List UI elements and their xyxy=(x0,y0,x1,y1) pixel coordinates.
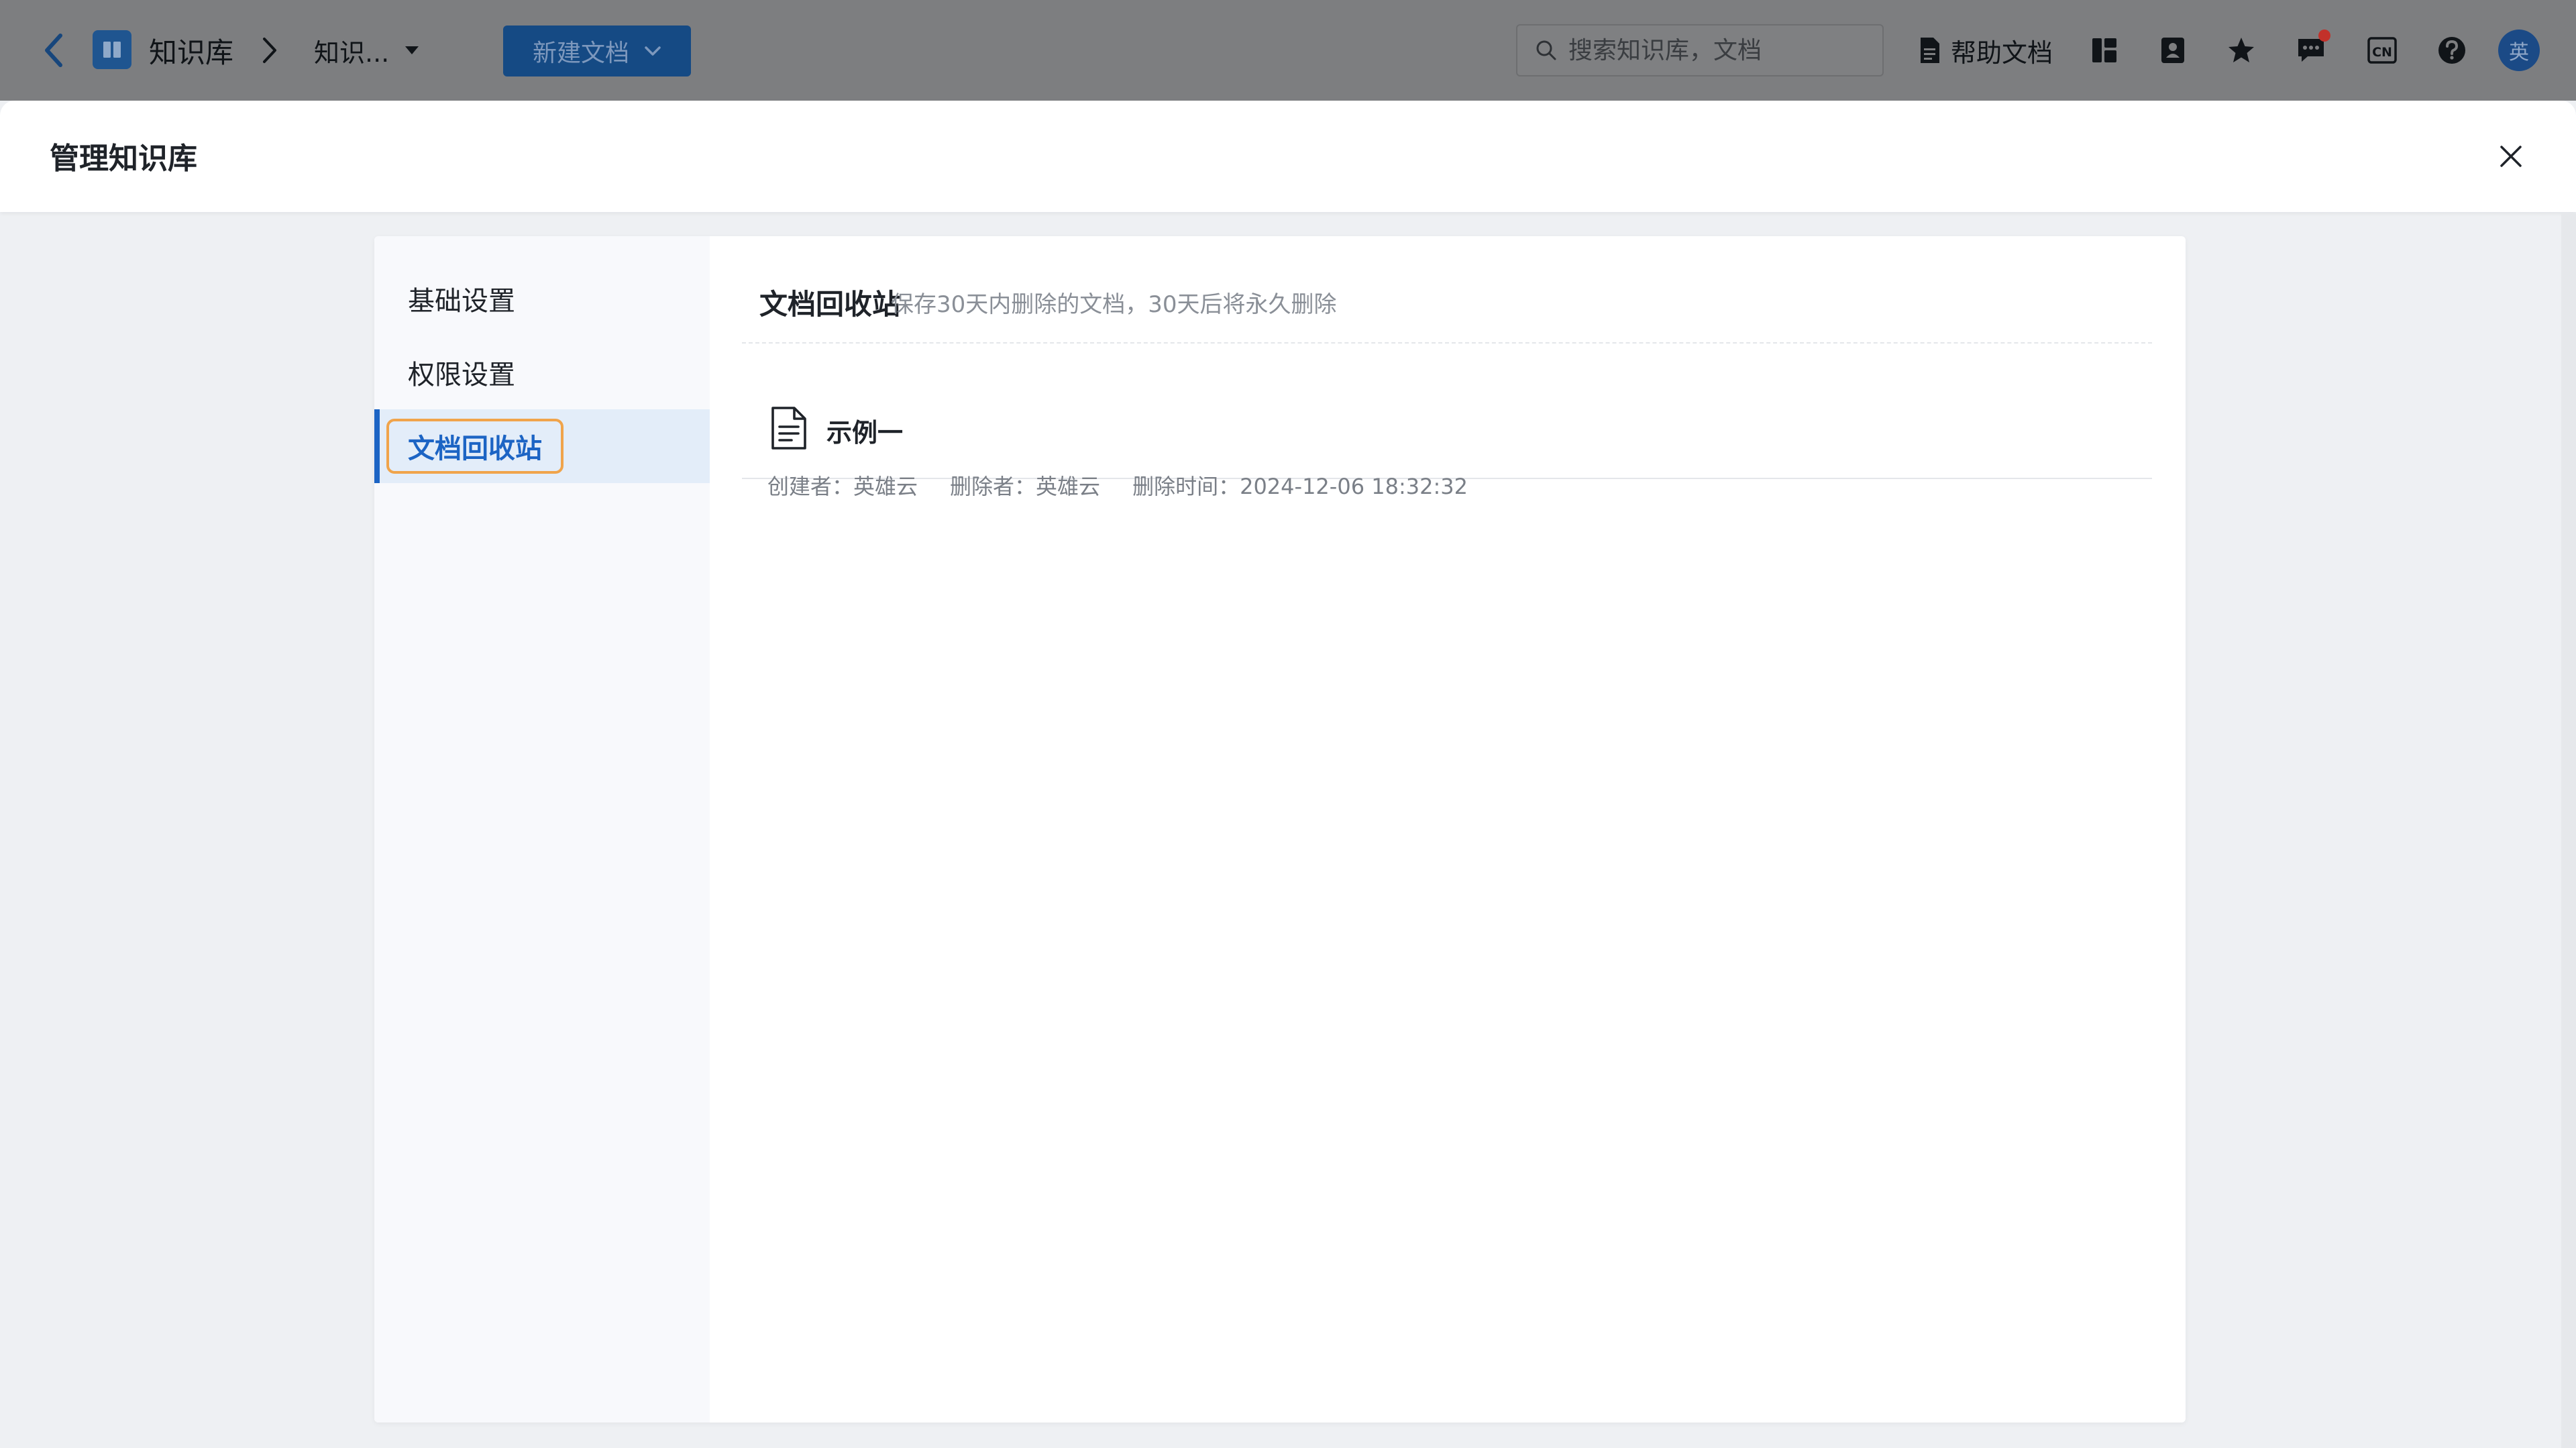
deleted-time-label: 删除时间： xyxy=(1132,474,1240,499)
modal-scrollbar[interactable] xyxy=(2561,213,2576,1448)
contacts-button[interactable] xyxy=(2149,27,2196,74)
sidebar-item-basic-settings[interactable]: 基础设置 xyxy=(374,262,710,335)
favorites-button[interactable] xyxy=(2218,27,2265,74)
book-icon xyxy=(103,42,121,58)
panel-title: 文档回收站 xyxy=(759,288,901,321)
breadcrumb-dropdown-button[interactable] xyxy=(400,27,424,74)
deleter-value: 英雄云 xyxy=(1036,474,1101,499)
document-meta: 创建者：英雄云 删除者：英雄云 删除时间：2024-12-06 18:32:32 xyxy=(767,470,1468,501)
sidebar-item-label: 文档回收站 xyxy=(386,419,564,474)
close-icon xyxy=(2500,146,2522,167)
settings-card: 基础设置 权限设置 文档回收站 文档回收站 保存30天内删除的文档，30天后将永… xyxy=(374,236,2186,1423)
panel-subtitle: 保存30天内删除的文档，30天后将永久删除 xyxy=(891,291,1337,318)
star-icon xyxy=(2229,38,2254,62)
caret-down-icon xyxy=(405,46,419,54)
file-text-icon xyxy=(771,407,806,450)
deleted-time-value: 2024-12-06 18:32:32 xyxy=(1240,474,1468,499)
list-item[interactable]: 示例一 创建者：英雄云 删除者：英雄云 删除时间：2024-12-06 18:32:… xyxy=(742,345,2152,499)
knowledge-base-logo xyxy=(93,30,131,69)
user-avatar[interactable]: 英 xyxy=(2498,30,2540,71)
sidebar-item-permission-settings[interactable]: 权限设置 xyxy=(374,335,710,409)
notification-dot xyxy=(2318,30,2330,42)
manage-knowledge-base-modal: 管理知识库 基础设置 权限设置 文档回收站 文档回收站 保存30天内删除的文档，… xyxy=(0,101,2576,1448)
chevron-right-icon xyxy=(255,27,284,74)
new-document-button[interactable]: 新建文档 xyxy=(503,25,691,76)
breadcrumb-root[interactable]: 知识库 xyxy=(149,27,233,74)
sidebar-item-label: 权限设置 xyxy=(408,360,515,391)
panel-header: 文档回收站 保存30天内删除的文档，30天后将永久删除 xyxy=(742,236,2152,344)
document-title[interactable]: 示例一 xyxy=(826,412,903,449)
recycle-bin-panel: 文档回收站 保存30天内删除的文档，30天后将永久删除 示例一 创建者：英雄云删… xyxy=(742,236,2152,1423)
search-icon xyxy=(1536,40,1556,60)
deleter-label: 删除者： xyxy=(950,474,1036,499)
modal-title: 管理知识库 xyxy=(50,142,197,176)
help-docs-label: 帮助文档 xyxy=(1951,38,2053,68)
back-button[interactable] xyxy=(34,27,74,74)
search-box[interactable] xyxy=(1516,24,1884,76)
chevron-down-icon xyxy=(645,46,661,56)
language-icon: CN xyxy=(2367,37,2397,64)
question-icon xyxy=(2438,37,2465,64)
new-document-label: 新建文档 xyxy=(532,40,629,67)
language-badge: CN xyxy=(2372,45,2392,60)
messages-button[interactable] xyxy=(2288,27,2334,74)
help-docs-link[interactable]: 帮助文档 xyxy=(1919,27,2053,74)
chevron-left-icon xyxy=(45,34,62,67)
creator-value: 英雄云 xyxy=(853,474,918,499)
close-button[interactable] xyxy=(2487,133,2534,180)
modal-header: 管理知识库 xyxy=(0,101,2576,212)
help-button[interactable] xyxy=(2428,27,2475,74)
document-icon xyxy=(1921,38,1939,63)
language-button[interactable]: CN xyxy=(2359,27,2406,74)
layout-button[interactable] xyxy=(2081,27,2128,74)
settings-sidebar: 基础设置 权限设置 文档回收站 xyxy=(374,236,710,1423)
layout-icon xyxy=(2092,38,2116,62)
sidebar-item-label: 基础设置 xyxy=(408,286,515,317)
creator-label: 创建者： xyxy=(767,474,854,499)
breadcrumb-current[interactable]: 知识... xyxy=(314,27,389,74)
contacts-icon xyxy=(2161,38,2184,63)
sidebar-item-recycle-bin[interactable]: 文档回收站 xyxy=(374,409,710,483)
search-input[interactable] xyxy=(1568,30,1877,70)
top-navigation-bar: 知识库 知识... 新建文档 帮助文档 xyxy=(0,0,2576,101)
